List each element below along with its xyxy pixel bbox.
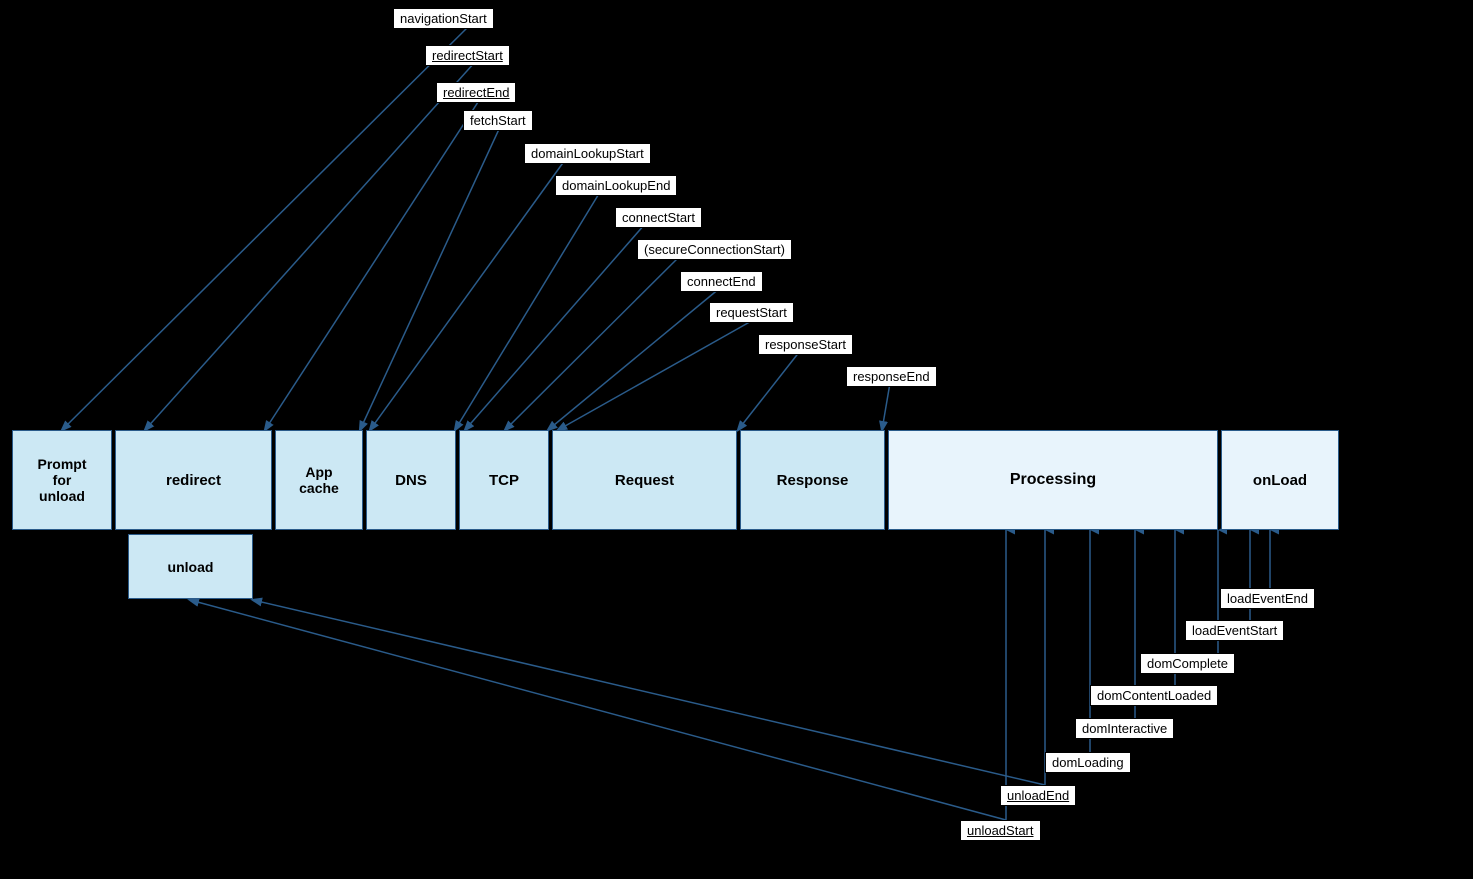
label-loadEventEnd: loadEventEnd [1220,588,1315,609]
phase-processing: Processing [888,430,1218,530]
phase-tcp: TCP [459,430,549,530]
label-domainLookupStart: domainLookupStart [524,143,651,164]
phase-prompt: Promptforunload [12,430,112,530]
label-redirectStart: redirectStart [425,45,510,66]
phase-onload: onLoad [1221,430,1339,530]
phase-dns: DNS [366,430,456,530]
label-navigationStart: navigationStart [393,8,494,29]
label-responseStart: responseStart [758,334,853,355]
label-secureConnectionStart: (secureConnectionStart) [637,239,792,260]
label-redirectEnd: redirectEnd [436,82,516,103]
label-unloadEnd: unloadEnd [1000,785,1076,806]
label-domInteractive: domInteractive [1075,718,1174,739]
unload-block: unload [128,534,253,599]
label-connectEnd: connectEnd [680,271,763,292]
phase-response: Response [740,430,885,530]
phase-appcache: Appcache [275,430,363,530]
label-responseEnd: responseEnd [846,366,937,387]
label-unloadStart: unloadStart [960,820,1041,841]
label-domainLookupEnd: domainLookupEnd [555,175,677,196]
label-connectStart: connectStart [615,207,702,228]
label-domContentLoaded: domContentLoaded [1090,685,1218,706]
label-domComplete: domComplete [1140,653,1235,674]
phase-request: Request [552,430,737,530]
label-requestStart: requestStart [709,302,794,323]
label-domLoading: domLoading [1045,752,1131,773]
label-fetchStart: fetchStart [463,110,533,131]
diagram-container: Promptforunload redirect Appcache DNS TC… [0,0,1473,879]
label-loadEventStart: loadEventStart [1185,620,1284,641]
phase-redirect: redirect [115,430,272,530]
